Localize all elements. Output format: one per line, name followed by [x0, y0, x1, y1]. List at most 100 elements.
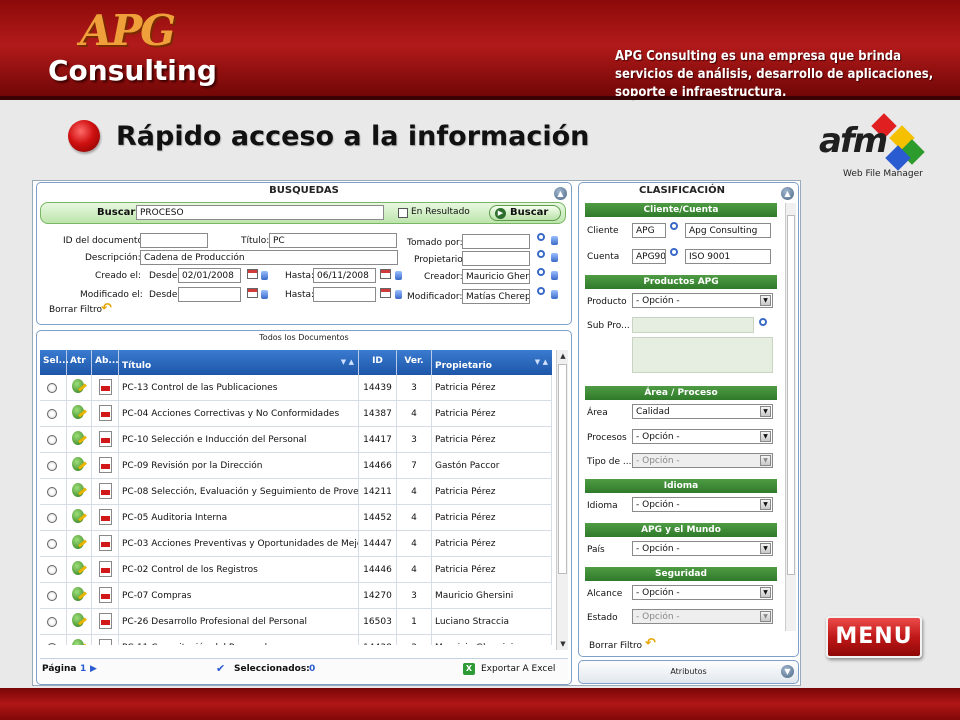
row-radio-button[interactable] [47, 591, 57, 601]
collapse-clasificacion-button[interactable]: ▲ [781, 187, 794, 200]
row-radio-button[interactable] [47, 617, 57, 627]
table-row[interactable]: PC-08 Selección, Evaluación y Seguimient… [40, 479, 552, 505]
search-cliente-icon[interactable] [670, 222, 678, 230]
edit-attributes-icon[interactable] [72, 639, 87, 645]
clear-creado-hasta-icon[interactable] [395, 271, 402, 280]
menu-button[interactable]: MENU [826, 616, 922, 658]
edit-attributes-icon[interactable] [72, 561, 87, 577]
cell-titulo[interactable]: PC-26 Desarrollo Profesional del Persona… [119, 609, 359, 635]
search-creador-icon[interactable] [537, 268, 545, 276]
clear-tomado-icon[interactable] [551, 236, 558, 245]
row-radio-button[interactable] [47, 383, 57, 393]
producto-select[interactable]: - Opción - ▼ [632, 293, 773, 308]
pdf-icon[interactable] [99, 561, 112, 577]
excel-icon[interactable]: X [463, 663, 475, 675]
buscar-input[interactable]: PROCESO [136, 205, 384, 220]
cell-titulo[interactable]: PC-09 Revisión por la Dirección [119, 453, 359, 479]
propietario-input[interactable] [462, 251, 530, 266]
row-radio-button[interactable] [47, 487, 57, 497]
table-row[interactable]: PC-26 Desarrollo Profesional del Persona… [40, 609, 552, 635]
row-radio-button[interactable] [47, 565, 57, 575]
cliente-code-input[interactable]: APG [632, 223, 666, 238]
table-row[interactable]: PC-02 Control de los Registros 14446 4 Patr… [40, 557, 552, 583]
scroll-down-icon[interactable]: ▼ [557, 638, 569, 650]
search-cuenta-icon[interactable] [670, 248, 678, 256]
edit-attributes-icon[interactable] [72, 405, 87, 421]
calendar-creado-hasta-icon[interactable] [380, 269, 391, 279]
cuenta-code-input[interactable]: APG90 [632, 249, 666, 264]
row-radio-button[interactable] [47, 461, 57, 471]
pdf-icon[interactable] [99, 431, 112, 447]
cell-titulo[interactable]: PC-04 Acciones Correctivas y No Conformi… [119, 401, 359, 427]
scrollbar-thumb[interactable] [558, 364, 567, 574]
table-row[interactable]: PC-04 Acciones Correctivas y No Conformi… [40, 401, 552, 427]
undo-icon[interactable]: ↶ [101, 301, 112, 316]
pdf-icon[interactable] [99, 457, 112, 473]
sort-icon[interactable]: ▼ ▲ [535, 358, 548, 366]
pagina-value[interactable]: 1 [80, 664, 86, 674]
atributos-panel[interactable]: Atributos ▼ [578, 660, 799, 684]
cell-titulo[interactable]: PC-11 Capacitación del Personal [119, 635, 359, 645]
alcance-select[interactable]: - Opción - ▼ [632, 585, 773, 600]
edit-attributes-icon[interactable] [72, 613, 87, 629]
row-radio-button[interactable] [47, 539, 57, 549]
cliente-name-input[interactable]: Apg Consulting [685, 223, 771, 238]
calendar-modificado-hasta-icon[interactable] [380, 288, 391, 298]
scroll-up-icon[interactable]: ▲ [557, 350, 569, 362]
table-row[interactable]: PC-07 Compras 14270 3 Mauricio Ghersini [40, 583, 552, 609]
row-radio-button[interactable] [47, 435, 57, 445]
table-row[interactable]: PC-05 Auditoria Interna 14452 4 Patricia Pé… [40, 505, 552, 531]
en-resultado-checkbox[interactable] [398, 208, 408, 218]
clear-propietario-icon[interactable] [551, 253, 558, 262]
clear-modificado-hasta-icon[interactable] [395, 290, 402, 299]
row-radio-button[interactable] [47, 409, 57, 419]
calendar-modificado-desde-icon[interactable] [247, 288, 258, 298]
edit-attributes-icon[interactable] [72, 457, 87, 473]
clear-modificador-icon[interactable] [551, 290, 558, 299]
sort-icon[interactable]: ▼ ▲ [341, 358, 354, 366]
modificado-desde-input[interactable] [178, 287, 241, 302]
search-propietario-icon[interactable] [537, 250, 545, 258]
pdf-icon[interactable] [99, 535, 112, 551]
next-page-icon[interactable]: ▶ [90, 664, 97, 674]
expand-atributos-button[interactable]: ▼ [781, 665, 794, 678]
procesos-select[interactable]: - Opción - ▼ [632, 429, 773, 444]
descripcion-input[interactable]: Cadena de Producción [140, 250, 398, 265]
id-documento-input[interactable] [140, 233, 208, 248]
clasif-borrar-filtro-link[interactable]: Borrar Filtro [589, 641, 642, 651]
calendar-creado-desde-icon[interactable] [247, 269, 258, 279]
cell-titulo[interactable]: PC-13 Control de las Publicaciones [119, 375, 359, 401]
tomado-por-input[interactable] [462, 234, 530, 249]
edit-attributes-icon[interactable] [72, 509, 87, 525]
edit-attributes-icon[interactable] [72, 379, 87, 395]
col-ver[interactable]: Ver. [397, 350, 432, 375]
col-ab[interactable]: Ab... [92, 350, 119, 375]
edit-attributes-icon[interactable] [72, 483, 87, 499]
borrar-filtro-link[interactable]: Borrar Filtro [49, 305, 102, 315]
modificador-input[interactable]: Matías Cherepir [462, 289, 530, 304]
pdf-icon[interactable] [99, 587, 112, 603]
col-sel[interactable]: Sel... [40, 350, 69, 375]
buscar-button[interactable]: ▶ Buscar [489, 205, 561, 221]
col-id[interactable]: ID [359, 350, 397, 375]
collapse-search-button[interactable]: ▲ [554, 187, 567, 200]
row-radio-button[interactable] [47, 513, 57, 523]
grid-scrollbar[interactable]: ▲ ▼ [556, 350, 568, 650]
cell-titulo[interactable]: PC-05 Auditoria Interna [119, 505, 359, 531]
undo-icon[interactable]: ↶ [645, 636, 656, 651]
row-radio-button[interactable] [47, 643, 57, 645]
col-atr[interactable]: Atr [67, 350, 92, 375]
cell-titulo[interactable]: PC-02 Control de los Registros [119, 557, 359, 583]
pdf-icon[interactable] [99, 405, 112, 421]
clear-modificado-desde-icon[interactable] [261, 290, 268, 299]
cell-titulo[interactable]: PC-03 Acciones Preventivas y Oportunidad… [119, 531, 359, 557]
table-row[interactable]: PC-11 Capacitación del Personal144383Mau… [40, 635, 552, 645]
modificado-hasta-input[interactable] [313, 287, 376, 302]
edit-attributes-icon[interactable] [72, 587, 87, 603]
table-row[interactable]: PC-13 Control de las Publicaciones 14439 3… [40, 375, 552, 401]
pdf-icon[interactable] [99, 379, 112, 395]
cell-titulo[interactable]: PC-10 Selección e Inducción del Personal [119, 427, 359, 453]
creado-desde-input[interactable]: 02/01/2008 [178, 268, 241, 283]
pais-select[interactable]: - Opción - ▼ [632, 541, 773, 556]
edit-attributes-icon[interactable] [72, 535, 87, 551]
